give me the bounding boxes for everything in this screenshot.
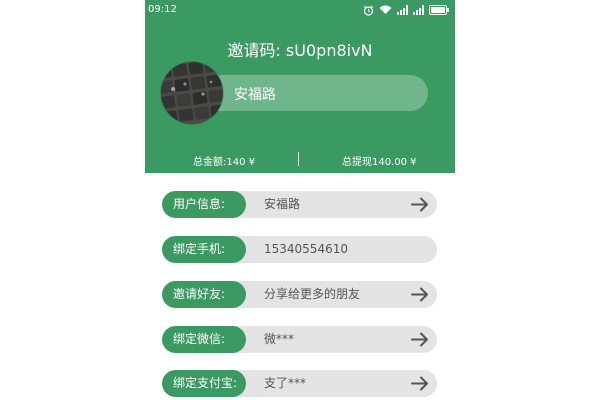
- row-label: 用户信息:: [162, 191, 246, 218]
- alarm-icon: [363, 5, 374, 16]
- arrow-right-icon[interactable]: [411, 332, 429, 347]
- stats-bar: 总金额:140 ¥ 总提现140.00 ¥: [145, 150, 455, 170]
- signal-icon: [413, 5, 424, 15]
- arrow-right-icon[interactable]: [411, 197, 429, 212]
- row-value: 安福路: [264, 197, 301, 211]
- wifi-icon: [379, 5, 392, 15]
- signal-icon: [397, 5, 408, 15]
- stats-divider: [298, 152, 299, 166]
- arrow-right-icon[interactable]: [411, 287, 429, 302]
- user-name: 安福路: [234, 87, 276, 103]
- status-bar: 09:12: [145, 0, 455, 22]
- total-amount: 总金额:140 ¥: [193, 157, 255, 168]
- phone-screen: 09:12 邀请码: sU0pn8ivN 安福路 总金额:140 ¥ 总提现14…: [145, 0, 455, 400]
- row-label: 邀请好友:: [162, 281, 246, 308]
- row-value: 分享给更多的朋友: [264, 287, 361, 301]
- avatar[interactable]: [161, 62, 223, 124]
- arrow-right-icon[interactable]: [411, 376, 429, 391]
- row-value: 微***: [264, 332, 295, 346]
- row-bind-alipay[interactable]: 绑定支付宝: 支了***: [162, 370, 437, 397]
- row-value: 15340554610: [264, 242, 348, 256]
- keyboard-photo-avatar: [161, 62, 223, 124]
- profile-header: 09:12 邀请码: sU0pn8ivN 安福路 总金额:140 ¥ 总提现14…: [145, 0, 455, 173]
- row-label: 绑定手机:: [162, 236, 246, 263]
- total-withdraw: 总提现140.00 ¥: [342, 157, 417, 168]
- invite-code-title: 邀请码: sU0pn8ivN: [227, 41, 373, 60]
- row-invite-friends[interactable]: 邀请好友: 分享给更多的朋友: [162, 281, 437, 308]
- row-value: 支了***: [264, 376, 307, 390]
- status-time: 09:12: [148, 4, 177, 15]
- row-label: 绑定支付宝:: [162, 370, 246, 397]
- row-bind-wechat[interactable]: 绑定微信: 微***: [162, 326, 437, 353]
- battery-icon: [429, 5, 449, 15]
- row-user-info[interactable]: 用户信息: 安福路: [162, 191, 437, 218]
- row-bind-phone[interactable]: 绑定手机: 15340554610: [162, 236, 437, 263]
- row-label: 绑定微信:: [162, 326, 246, 353]
- user-name-pill[interactable]: 安福路: [192, 75, 428, 111]
- status-icons: [363, 3, 449, 17]
